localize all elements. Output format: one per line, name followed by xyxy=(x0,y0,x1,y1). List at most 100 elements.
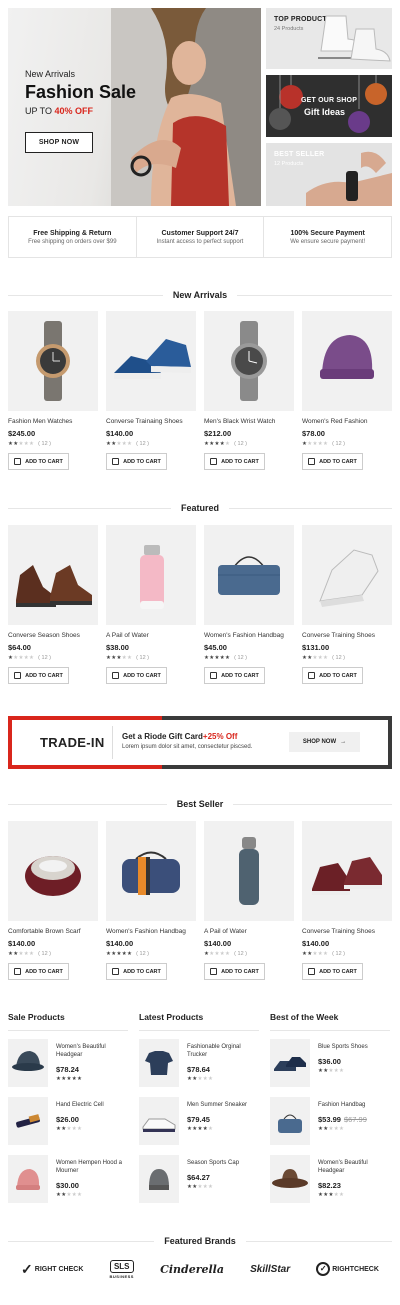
product-thumbnail[interactable] xyxy=(139,1039,179,1087)
product-thumbnail[interactable] xyxy=(270,1039,310,1087)
product-image[interactable] xyxy=(302,821,392,921)
add-to-cart-button[interactable]: ADD TO CART xyxy=(8,453,69,470)
brand-logo-skillstar[interactable]: SkillStar xyxy=(250,1264,290,1275)
product-name[interactable]: Women's Fashion Handbag xyxy=(106,928,196,935)
trade-in-banner[interactable]: TRADE-IN Get a Riode Gift Card+25% Off L… xyxy=(8,716,392,769)
hero-banner[interactable]: New Arrivals Fashion Sale UP TO 40% OFF … xyxy=(8,8,261,206)
product-name[interactable]: Comfortable Brown Scarf xyxy=(8,928,98,935)
hero-shop-now-button[interactable]: SHOP NOW xyxy=(25,132,93,153)
product-name[interactable]: Women's Fashion Handbag xyxy=(204,632,294,639)
add-to-cart-button[interactable]: ADD TO CART xyxy=(106,963,167,980)
product-name[interactable]: Fashion Handbag xyxy=(318,1101,390,1109)
product-card[interactable]: Women's Red Fashion $78.00 ★★★★★( 12 ) ADD … xyxy=(302,311,392,470)
product-image[interactable] xyxy=(106,311,196,411)
product-name[interactable]: Men's Black Wrist Watch xyxy=(204,418,294,425)
add-to-cart-button[interactable]: ADD TO CART xyxy=(302,963,363,980)
product-name[interactable]: Converse Training Shoes xyxy=(302,632,392,639)
product-name[interactable]: Women's Beautiful Headgear xyxy=(318,1159,390,1175)
product-name[interactable]: Women's Beautiful Headgear xyxy=(56,1043,128,1059)
product-thumbnail[interactable] xyxy=(270,1097,310,1145)
hero-offer: UP TO 40% OFF xyxy=(25,106,94,116)
list-item[interactable]: Women Hempen Hood a Mourner $30.00 ★★★★★ xyxy=(8,1155,128,1203)
product-thumbnail[interactable] xyxy=(8,1039,48,1087)
product-price: $36.00 xyxy=(318,1057,341,1066)
product-thumbnail[interactable] xyxy=(8,1155,48,1203)
add-to-cart-button[interactable]: ADD TO CART xyxy=(8,667,69,684)
product-name[interactable]: Blue Sports Shoes xyxy=(318,1043,390,1051)
old-price: $67.99 xyxy=(343,1115,367,1124)
product-name[interactable]: Men Summer Sneaker xyxy=(187,1101,259,1109)
list-item[interactable]: Blue Sports Shoes $36.00 ★★★★★ xyxy=(270,1039,390,1087)
product-name[interactable]: Converse Season Shoes xyxy=(8,632,98,639)
trade-in-shop-now-button[interactable]: SHOP NOW → xyxy=(289,732,360,752)
list-item[interactable]: Fashion Handbag $53.99 $67.99 ★★★★★ xyxy=(270,1097,390,1145)
product-name[interactable]: A Pail of Water xyxy=(204,928,294,935)
product-image[interactable] xyxy=(106,821,196,921)
product-thumbnail[interactable] xyxy=(270,1155,310,1203)
feature-title: 100% Secure Payment xyxy=(290,229,365,237)
add-to-cart-button[interactable]: ADD TO CART xyxy=(302,667,363,684)
product-thumbnail[interactable] xyxy=(139,1097,179,1145)
bag-icon xyxy=(308,968,316,975)
list-item[interactable]: Women's Beautiful Headgear $78.24 ★★★★★ xyxy=(8,1039,128,1087)
product-image[interactable] xyxy=(106,525,196,625)
add-to-cart-button[interactable]: ADD TO CART xyxy=(204,963,265,980)
promo-title: GET OUR SHOP xyxy=(301,97,358,104)
bag-icon xyxy=(210,458,218,465)
brand-logo-rightcheck-2[interactable]: ✓ RIGHTCHECK xyxy=(316,1262,379,1276)
product-card[interactable]: Women's Fashion Handbag $45.00 ★★★★★( 12 )… xyxy=(204,525,294,684)
product-image[interactable] xyxy=(8,525,98,625)
product-thumbnail[interactable] xyxy=(139,1155,179,1203)
product-name[interactable]: Fashionable Orginal Trucker xyxy=(187,1043,259,1059)
product-image[interactable] xyxy=(204,821,294,921)
ornaments-image xyxy=(269,75,387,133)
product-image[interactable] xyxy=(204,525,294,625)
product-image[interactable] xyxy=(8,311,98,411)
add-to-cart-button[interactable]: ADD TO CART xyxy=(302,453,363,470)
add-to-cart-button[interactable]: ADD TO CART xyxy=(8,963,69,980)
brand-logo-cinderella[interactable]: Cinderella xyxy=(160,1263,224,1276)
product-thumbnail[interactable] xyxy=(8,1097,48,1145)
product-card[interactable]: Comfortable Brown Scarf $140.00 ★★★★★( 12 … xyxy=(8,821,98,980)
product-price: $140.00 xyxy=(106,939,134,948)
product-name[interactable]: Season Sports Cap xyxy=(187,1159,259,1167)
list-item[interactable]: Fashionable Orginal Trucker $78.64 ★★★★★ xyxy=(139,1039,259,1087)
product-card[interactable]: Converse Trainaing Shoes $140.00 ★★★★★( 12… xyxy=(106,311,196,470)
promo-best-seller[interactable]: BEST SELLER 12 Products xyxy=(266,143,392,206)
product-card[interactable]: Men's Black Wrist Watch $212.00 ★★★★★( 12 … xyxy=(204,311,294,470)
add-to-cart-button[interactable]: ADD TO CART xyxy=(204,667,265,684)
list-item[interactable]: Hand Electric Cell $26.00 ★★★★★ xyxy=(8,1097,128,1145)
rating-stars: ★★★★★ xyxy=(187,1126,214,1132)
product-name[interactable]: Women Hempen Hood a Mourner xyxy=(56,1159,128,1175)
product-card[interactable]: Converse Training Shoes $131.00 ★★★★★( 12 … xyxy=(302,525,392,684)
add-to-cart-button[interactable]: ADD TO CART xyxy=(106,453,167,470)
product-card[interactable]: Converse Training Shoes $140.00 ★★★★★( 12 … xyxy=(302,821,392,980)
product-name[interactable]: Converse Training Shoes xyxy=(302,928,392,935)
add-to-cart-button[interactable]: ADD TO CART xyxy=(204,453,265,470)
product-name[interactable]: A Pail of Water xyxy=(106,632,196,639)
product-image[interactable] xyxy=(8,821,98,921)
brand-logo-rightcheck[interactable]: ✓ RIGHT CHECK xyxy=(21,1261,83,1278)
brand-logo-sls[interactable]: SLS BUSINESS xyxy=(110,1259,134,1279)
promo-gift-ideas[interactable]: GET OUR SHOP Gift Ideas xyxy=(266,75,392,137)
product-image[interactable] xyxy=(302,311,392,411)
rating-stars: ★★★★★ xyxy=(56,1076,83,1082)
add-to-cart-button[interactable]: ADD TO CART xyxy=(106,667,167,684)
product-name[interactable]: Women's Red Fashion xyxy=(302,418,392,425)
list-item[interactable]: Men Summer Sneaker $79.45 ★★★★★ xyxy=(139,1097,259,1145)
product-name[interactable]: Fashion Men Watches xyxy=(8,418,98,425)
product-name[interactable]: Hand Electric Cell xyxy=(56,1101,128,1109)
review-count: ( 12 ) xyxy=(136,655,150,661)
promo-top-products[interactable]: TOP PRODUCTS 24 Products xyxy=(266,8,392,69)
product-name[interactable]: Converse Trainaing Shoes xyxy=(106,418,196,425)
product-image[interactable] xyxy=(204,311,294,411)
list-item[interactable]: Season Sports Cap $64.27 ★★★★★ xyxy=(139,1155,259,1203)
product-card[interactable]: Converse Season Shoes $64.00 ★★★★★( 12 ) AD… xyxy=(8,525,98,684)
product-card[interactable]: A Pail of Water $140.00 ★★★★★( 12 ) ADD TO … xyxy=(204,821,294,980)
list-item[interactable]: Women's Beautiful Headgear $82.23 ★★★★★ xyxy=(270,1155,390,1203)
product-image[interactable] xyxy=(302,525,392,625)
product-card[interactable]: Women's Fashion Handbag $140.00 ★★★★★( 12 … xyxy=(106,821,196,980)
product-card[interactable]: Fashion Men Watches $245.00 ★★★★★( 12 ) ADD… xyxy=(8,311,98,470)
product-rating: ★★★★★( 12 ) xyxy=(204,441,294,447)
product-card[interactable]: A Pail of Water $38.00 ★★★★★( 12 ) ADD TO C… xyxy=(106,525,196,684)
